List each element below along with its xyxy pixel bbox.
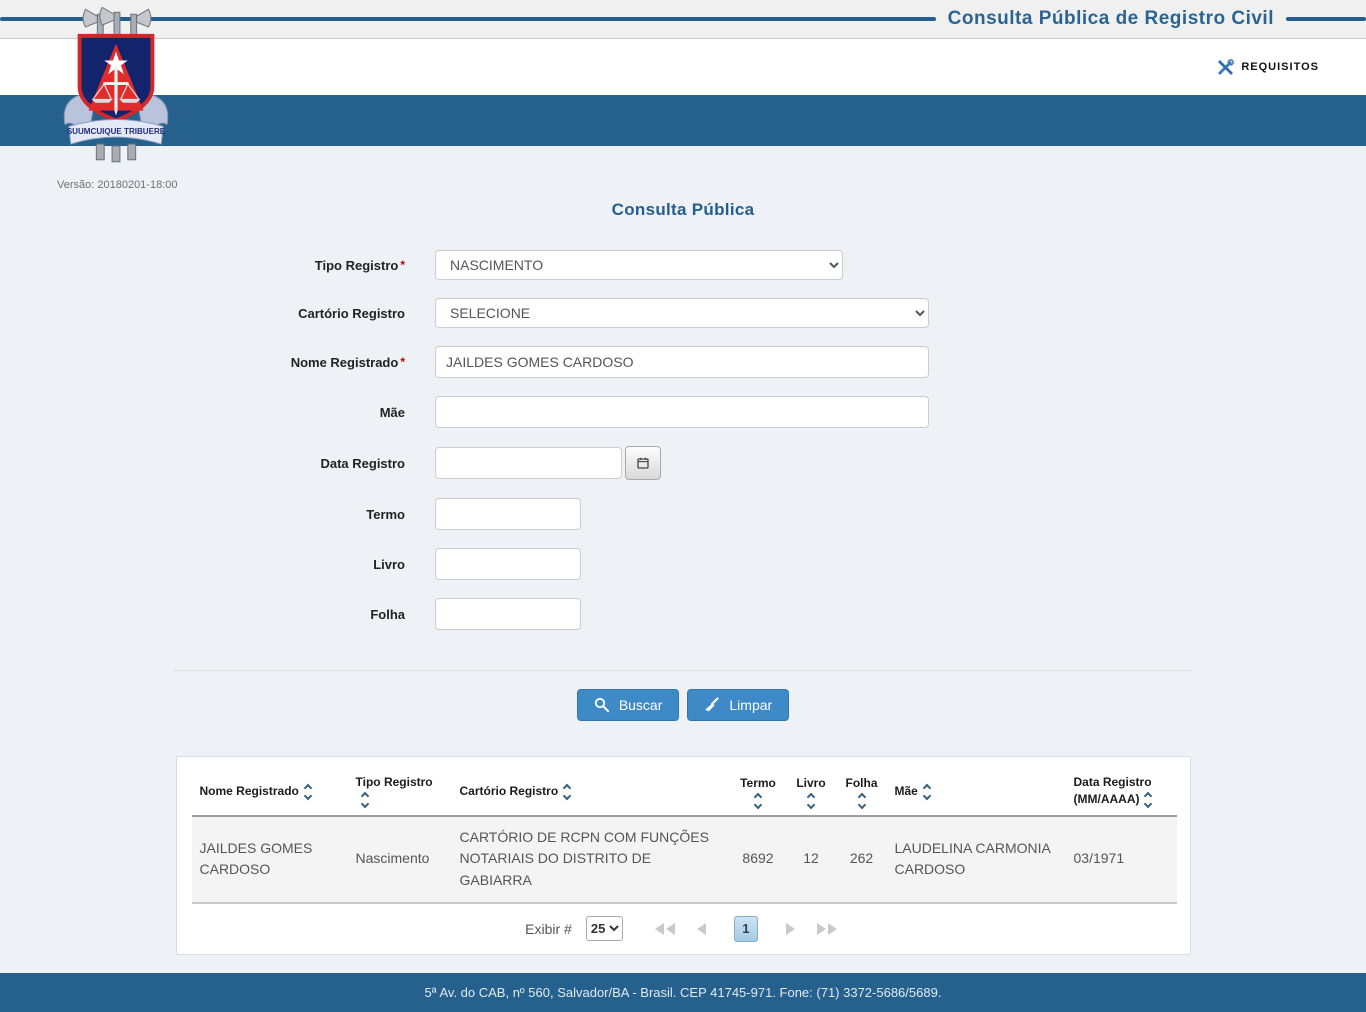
- requisitos-label: REQUISITOS: [1241, 61, 1319, 73]
- results-panel: Nome Registrado Tipo Registro Cartório R…: [175, 756, 1191, 955]
- cell-data-registro: 03/1971: [1073, 850, 1125, 867]
- col-cartorio-registro: Cartório Registro: [452, 764, 731, 816]
- limpar-button[interactable]: Limpar: [687, 689, 790, 721]
- sort-icon[interactable]: [303, 783, 313, 800]
- cartorio-registro-select[interactable]: SELECIONE: [435, 298, 929, 328]
- tipo-registro-label: Tipo Registro *: [314, 257, 405, 273]
- calendar-icon: [637, 457, 649, 469]
- tjba-logo: SUUMCUIQUE TRIBUERE Versão: 20180201-18:…: [57, 4, 178, 191]
- termo-label: Termo: [366, 506, 405, 522]
- form-divider: [173, 670, 1193, 671]
- pagination: Exibir # 25 1: [192, 904, 1175, 954]
- data-registro-label: Data Registro: [320, 455, 405, 471]
- required-marker: *: [400, 354, 405, 369]
- form-row-mae: Mãe: [173, 396, 1193, 428]
- folha-input[interactable]: [435, 598, 581, 630]
- header-blue-band: [0, 95, 1366, 146]
- coat-of-arms-icon: SUUMCUIQUE TRIBUERE: [63, 6, 169, 163]
- required-marker: *: [400, 257, 405, 272]
- cell-mae: LAUDELINA CARMONIA CARDOSO: [894, 839, 1051, 878]
- mae-label: Mãe: [379, 404, 405, 420]
- mae-input[interactable]: [435, 396, 929, 428]
- buscar-label: Buscar: [618, 697, 663, 713]
- exibir-label: Exibir #: [525, 920, 572, 937]
- livro-input[interactable]: [435, 548, 581, 580]
- form-row-data-registro: Data Registro: [173, 446, 1193, 480]
- first-page-button[interactable]: [651, 919, 679, 939]
- nome-registrado-input[interactable]: [435, 346, 929, 378]
- termo-input[interactable]: [435, 498, 581, 530]
- toolbar: REQUISITOS: [0, 39, 1366, 95]
- col-mae: Mãe: [887, 764, 1066, 816]
- cartorio-registro-label: Cartório Registro: [298, 305, 405, 321]
- livro-label: Livro: [373, 556, 405, 572]
- current-page-button[interactable]: 1: [733, 915, 758, 942]
- cell-termo: 8692: [742, 850, 774, 867]
- form-row-tipo-registro: Tipo Registro * NASCIMENTO: [173, 250, 1193, 280]
- sort-icon[interactable]: [922, 783, 932, 800]
- search-icon: [594, 697, 610, 713]
- last-page-button[interactable]: [813, 919, 841, 939]
- cell-folha: 262: [849, 850, 874, 867]
- cell-nome: JAILDES GOMES CARDOSO: [199, 839, 313, 878]
- buscar-button[interactable]: Buscar: [576, 689, 680, 721]
- limpar-label: Limpar: [729, 697, 773, 713]
- sort-icon[interactable]: [1144, 791, 1153, 809]
- page-size-select[interactable]: 25: [585, 916, 623, 942]
- cell-livro: 12: [803, 850, 819, 867]
- cell-tipo: Nascimento: [355, 850, 430, 867]
- form-row-livro: Livro: [173, 548, 1193, 580]
- cell-cartorio: CARTÓRIO DE RCPN COM FUNÇÕES NOTARIAIS D…: [459, 828, 709, 889]
- form-row-cartorio-registro: Cartório Registro SELECIONE: [173, 298, 1193, 328]
- results-table: Nome Registrado Tipo Registro Cartório R…: [191, 764, 1177, 904]
- sort-icon[interactable]: [845, 792, 879, 810]
- search-form: Tipo Registro * NASCIMENTO Cartório Regis…: [173, 250, 1193, 630]
- version-text: Versão: 20180201-18:00: [57, 179, 178, 191]
- sort-icon[interactable]: [794, 792, 829, 810]
- calendar-button[interactable]: [625, 446, 661, 480]
- requisitos-link[interactable]: REQUISITOS: [1217, 58, 1319, 76]
- app-title: Consulta Pública de Registro Civil: [947, 8, 1274, 29]
- table-row: JAILDES GOMES CARDOSO Nascimento CARTÓRI…: [191, 815, 1177, 903]
- sort-icon[interactable]: [562, 783, 572, 800]
- broom-icon: [705, 697, 719, 712]
- sort-icon[interactable]: [739, 792, 778, 810]
- tipo-registro-select[interactable]: NASCIMENTO: [435, 250, 843, 280]
- sort-icon[interactable]: [360, 791, 369, 809]
- table-header-row: Nome Registrado Tipo Registro Cartório R…: [191, 764, 1177, 816]
- form-row-folha: Folha: [173, 598, 1193, 630]
- page-title: Consulta Pública: [611, 200, 755, 219]
- tools-icon: [1218, 58, 1235, 75]
- form-row-nome-registrado: Nome Registrado *: [173, 346, 1193, 378]
- next-page-button[interactable]: [782, 919, 799, 939]
- col-data-registro: Data Registro (MM/AAAA): [1066, 764, 1177, 816]
- footer-bar: 5ª Av. do CAB, nº 560, Salvador/BA - Bra…: [0, 973, 1366, 1012]
- nome-registrado-label: Nome Registrado *: [290, 354, 405, 370]
- col-termo: Termo: [731, 764, 786, 816]
- logo-motto: SUUMCUIQUE TRIBUERE: [67, 127, 166, 136]
- data-registro-input[interactable]: [435, 447, 622, 479]
- footer-address: 5ª Av. do CAB, nº 560, Salvador/BA - Bra…: [424, 985, 942, 1000]
- col-tipo-registro: Tipo Registro: [348, 764, 452, 816]
- title-bar: Consulta Pública de Registro Civil: [0, 0, 1366, 39]
- folha-label: Folha: [370, 606, 405, 622]
- col-folha: Folha: [837, 764, 887, 816]
- title-rule-right: [1286, 17, 1366, 21]
- prev-page-button[interactable]: [693, 919, 710, 939]
- form-row-termo: Termo: [173, 498, 1193, 530]
- col-livro: Livro: [786, 764, 837, 816]
- col-nome-registrado: Nome Registrado: [192, 764, 348, 816]
